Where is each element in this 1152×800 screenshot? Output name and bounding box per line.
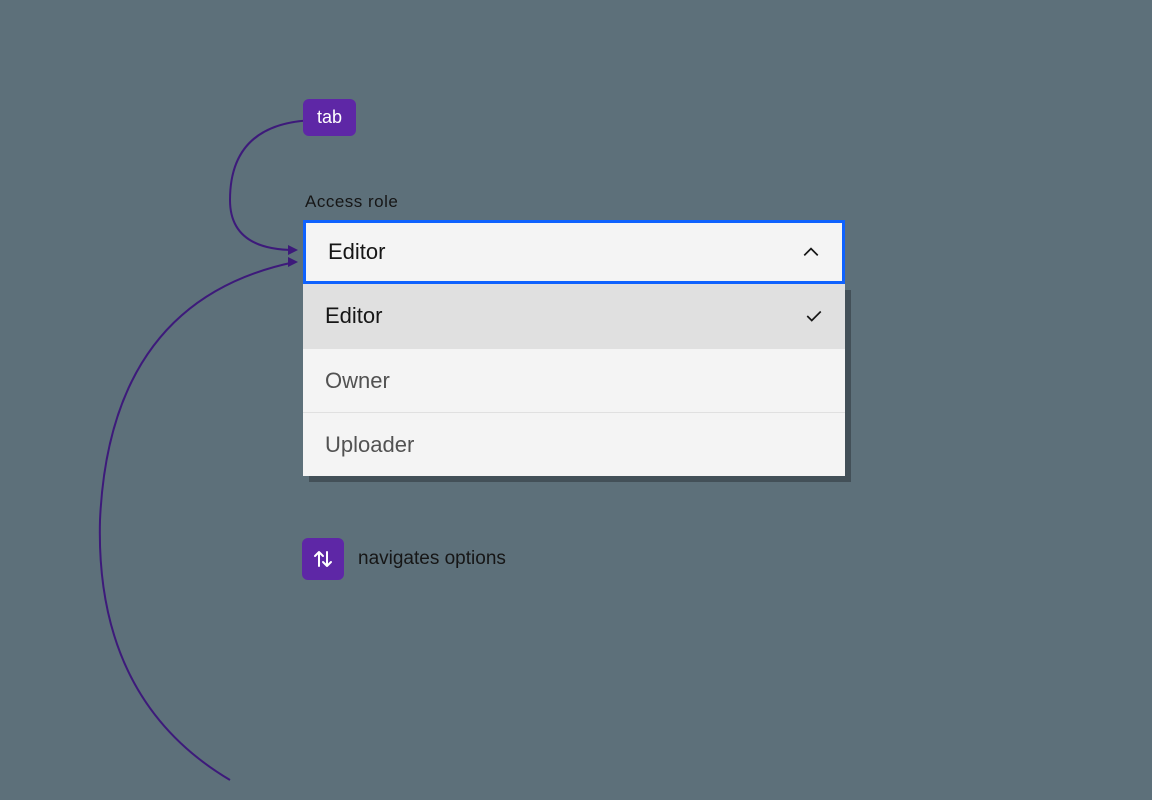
dropdown-option-owner[interactable]: Owner [303, 348, 845, 412]
keyboard-hint-text: navigates options [358, 548, 506, 570]
dropdown-option-uploader[interactable]: Uploader [303, 412, 845, 476]
chevron-up-icon [802, 243, 820, 261]
tab-key-badge: tab [303, 99, 356, 136]
dropdown-label: Access role [305, 192, 398, 212]
option-label: Uploader [325, 432, 414, 458]
up-down-arrows-icon [311, 547, 335, 571]
tab-key-label: tab [317, 107, 342, 127]
dropdown-selected-value: Editor [328, 239, 385, 265]
option-label: Editor [325, 303, 382, 329]
arrows-key-icon [302, 538, 344, 580]
flow-arrows [80, 100, 340, 800]
keyboard-hint: navigates options [302, 538, 506, 580]
dropdown-option-editor[interactable]: Editor [303, 284, 845, 348]
access-role-dropdown: Editor Editor Owner Uploader [303, 220, 845, 476]
checkmark-icon [805, 307, 823, 325]
dropdown-menu: Editor Owner Uploader [303, 284, 845, 476]
dropdown-trigger[interactable]: Editor [303, 220, 845, 284]
option-label: Owner [325, 368, 390, 394]
